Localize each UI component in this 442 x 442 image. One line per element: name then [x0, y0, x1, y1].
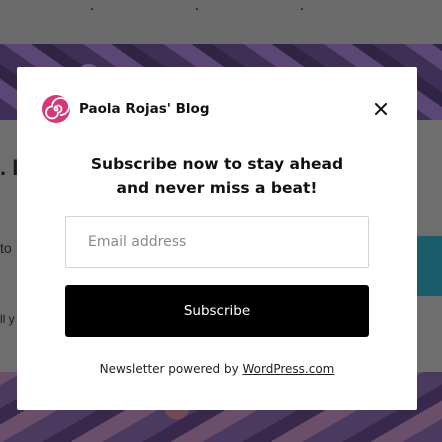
headline-line-1: Subscribe now to stay ahead	[90, 155, 344, 173]
headline-line-2: and never miss a beat!	[116, 179, 318, 197]
spiral-logo-icon	[42, 95, 70, 123]
close-button[interactable]	[371, 99, 391, 119]
subscribe-button[interactable]: Subscribe	[65, 285, 369, 337]
subscribe-modal: Paola Rojas' Blog Subscribe now to stay …	[17, 67, 417, 410]
background-text: ll y	[0, 312, 15, 326]
site-top-bar: · · ·	[0, 0, 442, 44]
newsletter-footer: Newsletter powered by WordPress.com	[17, 362, 417, 376]
background-heading: . I	[0, 155, 19, 180]
wordpress-link[interactable]: WordPress.com	[242, 362, 334, 376]
email-field[interactable]	[65, 216, 369, 268]
subscribe-headline: Subscribe now to stay ahead and never mi…	[17, 152, 417, 200]
modal-header: Paola Rojas' Blog	[41, 94, 210, 124]
footer-text: Newsletter powered by	[99, 362, 243, 376]
blog-name: Paola Rojas' Blog	[79, 101, 210, 117]
nav-dots: · · ·	[89, 2, 353, 18]
close-icon	[375, 103, 387, 115]
background-button-edge	[416, 236, 442, 296]
background-text: to	[0, 240, 12, 256]
